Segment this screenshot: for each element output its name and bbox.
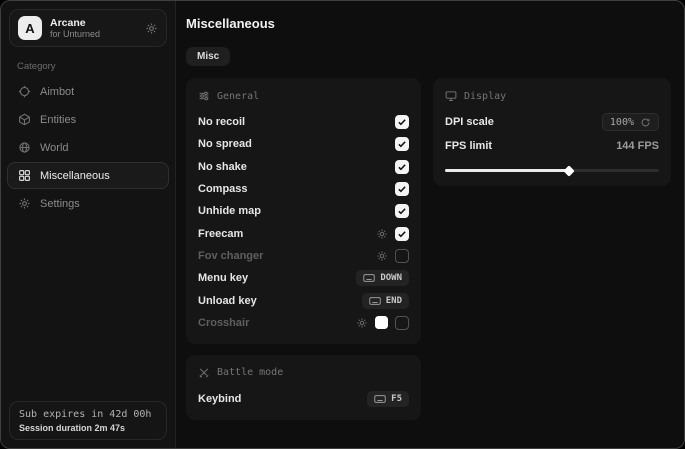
crosshair-icon [18,85,31,98]
brand-text: Arcane for Unturned [50,17,137,39]
crosshair-checkbox[interactable] [395,316,409,330]
battle-keybind[interactable]: F5 [367,391,409,407]
crosshair-color-swatch[interactable] [375,316,388,329]
globe-icon [18,141,31,154]
setting-label: Compass [198,183,248,195]
sidebar-nav: Aimbot Entities World [7,78,169,217]
setting-label: DPI scale [445,116,494,128]
setting-row: Fov changer [198,245,409,267]
unload-key-keybind[interactable]: END [362,293,409,309]
category-label: Category [17,61,175,72]
swords-icon [198,367,210,379]
arcane-window: A Arcane for Unturned Category A [0,0,685,449]
compass-checkbox[interactable] [395,182,409,196]
battle-mode-card: Battle mode Keybind F5 [186,355,421,420]
avatar: A [18,16,42,40]
slider-thumb[interactable] [563,165,574,176]
setting-row: Unload key END [198,289,409,311]
gear-icon [18,197,31,210]
setting-row: FPS limit 144 FPS [445,135,659,157]
setting-row: No spread [198,133,409,155]
sidebar-item-entities[interactable]: Entities [7,106,169,133]
fps-slider[interactable] [445,166,659,176]
sidebar-item-world[interactable]: World [7,134,169,161]
tab-misc[interactable]: Misc [186,47,230,66]
display-card: Display DPI scale 100% [433,78,671,186]
subscription-box: Sub expires in 42d 00h Session duration … [9,401,167,440]
fps-limit-value: 144 FPS [616,140,659,152]
keybind-value: END [386,296,402,306]
menu-key-keybind[interactable]: DOWN [356,270,409,286]
setting-label: Unhide map [198,205,261,217]
setting-row: Unhide map [198,200,409,222]
setting-row: Keybind F5 [198,388,409,410]
no-recoil-checkbox[interactable] [395,115,409,129]
setting-label: Menu key [198,272,248,284]
setting-row: Freecam [198,222,409,244]
sub-expiry-text: Sub expires in 42d 00h [19,409,157,420]
setting-row: No shake [198,156,409,178]
setting-label: No spread [198,138,252,150]
brand-title: Arcane [50,17,137,29]
setting-label: Crosshair [198,317,249,329]
main-content: Miscellaneous Misc [176,1,685,448]
page-title: Miscellaneous [186,16,671,31]
sidebar-item-label: Aimbot [40,86,74,98]
sidebar: A Arcane for Unturned Category A [1,1,176,448]
setting-label: No recoil [198,116,245,128]
sidebar-item-miscellaneous[interactable]: Miscellaneous [7,162,169,189]
sidebar-item-label: Settings [40,198,80,210]
sidebar-item-label: Miscellaneous [40,170,110,182]
sidebar-item-settings[interactable]: Settings [7,190,169,217]
sliders-icon [198,90,210,102]
sidebar-item-label: World [40,142,69,154]
cube-icon [18,113,31,126]
tab-bar: Misc [186,47,671,66]
setting-label: No shake [198,161,247,173]
gear-icon[interactable] [356,317,368,329]
setting-label: Keybind [198,393,241,405]
setting-row: No recoil [198,111,409,133]
setting-label: FPS limit [445,140,492,152]
slider-fill [445,169,569,172]
session-duration-text: Session duration 2m 47s [19,423,157,433]
no-spread-checkbox[interactable] [395,137,409,151]
card-title: Battle mode [217,367,283,378]
gear-icon[interactable] [145,22,158,35]
unhide-map-checkbox[interactable] [395,204,409,218]
gear-icon[interactable] [376,250,388,262]
setting-label: Unload key [198,295,257,307]
keyboard-icon [374,394,386,404]
setting-row: Crosshair [198,312,409,334]
setting-label: Freecam [198,228,243,240]
setting-row: DPI scale 100% [445,111,659,133]
fov-changer-checkbox[interactable] [395,249,409,263]
setting-row: Menu key DOWN [198,267,409,289]
sidebar-item-label: Entities [40,114,76,126]
monitor-icon [445,90,457,102]
sidebar-item-aimbot[interactable]: Aimbot [7,78,169,105]
dpi-scale-value: 100% [610,117,634,128]
general-card: General No recoil No spread [186,78,421,344]
setting-label: Fov changer [198,250,263,262]
card-title: Display [464,91,506,102]
keybind-value: F5 [391,394,402,404]
dpi-scale-select[interactable]: 100% [602,113,659,131]
setting-row: Compass [198,178,409,200]
card-title: General [217,91,259,102]
brand-subtitle: for Unturned [50,29,137,39]
grid-icon [18,169,31,182]
brand-card: A Arcane for Unturned [9,9,167,47]
keybind-value: DOWN [380,273,402,283]
keyboard-icon [363,273,375,283]
refresh-icon[interactable] [640,117,651,128]
gear-icon[interactable] [376,228,388,240]
keyboard-icon [369,296,381,306]
no-shake-checkbox[interactable] [395,160,409,174]
freecam-checkbox[interactable] [395,227,409,241]
